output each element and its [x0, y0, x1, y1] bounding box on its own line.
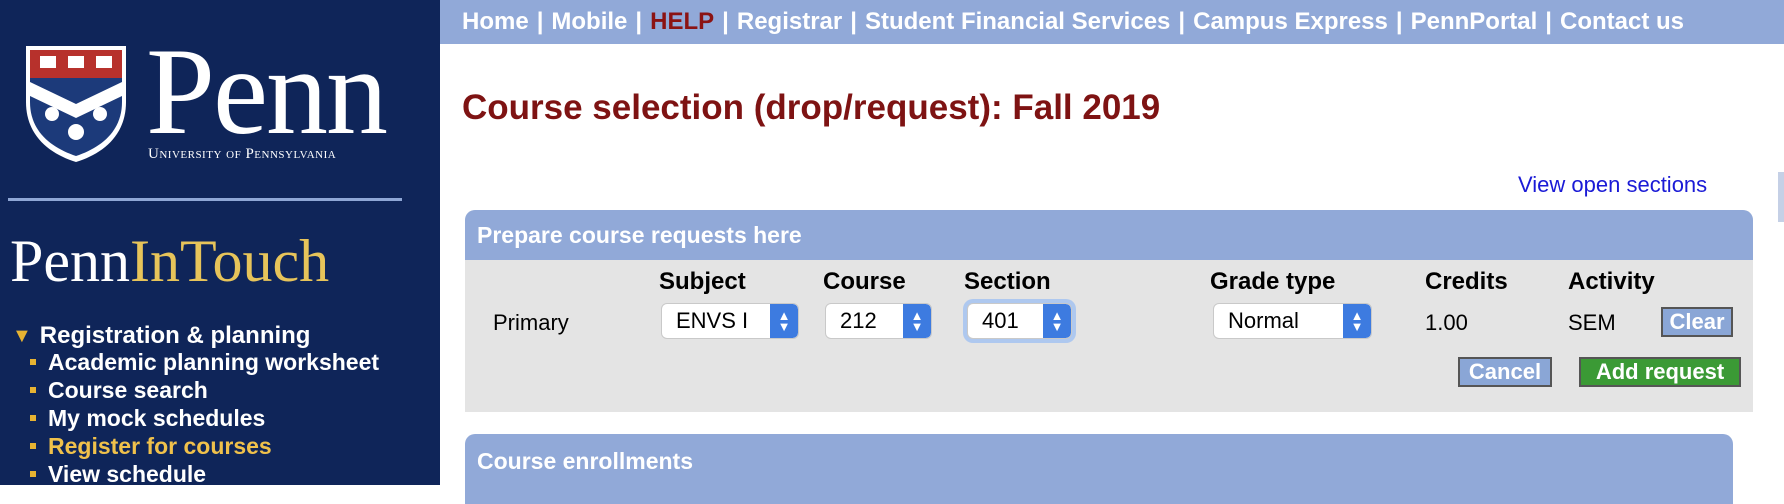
pennintouch-title-part1: Penn — [10, 228, 130, 294]
course-enrollments-panel: Course enrollments — [465, 434, 1733, 504]
bullet-icon — [30, 415, 36, 421]
sidebar-divider — [8, 198, 402, 201]
credits-value: 1.00 — [1425, 310, 1468, 335]
column-header-grade-type: Grade type — [1210, 268, 1336, 295]
pennintouch-title: PennInTouch — [10, 226, 329, 296]
nav-link-contact-us[interactable]: Contact us — [1560, 8, 1684, 36]
updown-arrows-icon: ▲ ▼ — [770, 304, 798, 338]
sidebar-item-label: Academic planning worksheet — [48, 349, 380, 375]
column-header-section: Section — [964, 268, 1051, 295]
course-value: 212 — [840, 308, 877, 333]
column-header-course: Course — [823, 268, 906, 295]
bullet-icon — [30, 387, 36, 393]
nav-link-pennportal[interactable]: PennPortal — [1411, 8, 1538, 36]
panel-header: Prepare course requests here — [465, 210, 1753, 260]
sidebar-section-registration[interactable]: ▼ Registration & planning — [12, 322, 310, 350]
updown-arrows-icon: ▲ ▼ — [1043, 304, 1071, 338]
section-select[interactable]: 401 ▲ ▼ — [967, 303, 1072, 339]
subject-value: ENVS I — [676, 308, 749, 333]
bullet-icon — [30, 443, 36, 449]
column-header-activity: Activity — [1568, 268, 1655, 295]
column-header-credits: Credits — [1425, 268, 1508, 295]
penn-subtitle: University of Pennsylvania — [148, 146, 337, 162]
triangle-down-icon: ▼ — [12, 324, 32, 347]
sidebar-item-academic-planning-worksheet[interactable]: Academic planning worksheet — [30, 348, 379, 376]
activity-value: SEM — [1568, 310, 1616, 335]
clear-button[interactable]: Clear — [1661, 307, 1733, 337]
updown-arrows-icon: ▲ ▼ — [903, 304, 931, 338]
panel-header: Course enrollments — [477, 448, 693, 474]
sidebar-item-view-schedule[interactable]: View schedule — [30, 460, 379, 488]
pennintouch-title-part2: InTouch — [130, 228, 330, 294]
sidebar-item-my-mock-schedules[interactable]: My mock schedules — [30, 404, 379, 432]
sidebar-item-label: Course search — [48, 377, 208, 403]
cancel-button[interactable]: Cancel — [1458, 357, 1552, 387]
subject-select[interactable]: ENVS I ▲ ▼ — [661, 303, 799, 339]
sidebar-section-label: Registration & planning — [39, 322, 311, 349]
view-open-sections-link[interactable]: View open sections — [1518, 172, 1707, 198]
row-label: Primary — [493, 310, 569, 335]
nav-link-registrar[interactable]: Registrar — [737, 8, 842, 36]
add-request-button[interactable]: Add request — [1579, 357, 1741, 387]
bullet-icon — [30, 471, 36, 477]
nav-link-campus-express[interactable]: Campus Express — [1193, 8, 1388, 36]
sidebar-menu: Academic planning worksheet Course searc… — [30, 348, 379, 488]
sidebar-item-register-for-courses[interactable]: Register for courses — [30, 432, 379, 460]
sidebar-item-course-search[interactable]: Course search — [30, 376, 379, 404]
page-title: Course selection (drop/request): Fall 20… — [462, 88, 1161, 127]
penn-wordmark: Penn — [146, 23, 388, 160]
course-select[interactable]: 212 ▲ ▼ — [825, 303, 932, 339]
grade-type-select[interactable]: Normal ▲ ▼ — [1213, 303, 1372, 339]
sidebar-item-label: View schedule — [48, 461, 207, 487]
nav-link-student-financial-services[interactable]: Student Financial Services — [865, 8, 1170, 36]
grade-type-value: Normal — [1228, 308, 1299, 333]
sidebar-item-label: My mock schedules — [48, 405, 266, 431]
top-nav: Home | Mobile | HELP | Registrar | Student F… — [440, 0, 1784, 44]
sidebar: Penn University of Pennsylvania PennInTo… — [0, 0, 440, 488]
nav-link-mobile[interactable]: Mobile — [551, 8, 627, 36]
penn-shield-logo — [26, 46, 126, 162]
section-value: 401 — [982, 308, 1019, 333]
column-header-subject: Subject — [659, 268, 746, 295]
nav-link-home[interactable]: Home — [462, 8, 529, 36]
sidebar-item-label: Register for courses — [48, 433, 272, 459]
updown-arrows-icon: ▲ ▼ — [1343, 304, 1371, 338]
scrollbar[interactable] — [1778, 172, 1784, 222]
bullet-icon — [30, 359, 36, 365]
course-request-panel: Prepare course requests here Subject Cou… — [465, 210, 1753, 412]
nav-link-help[interactable]: HELP — [650, 8, 714, 36]
